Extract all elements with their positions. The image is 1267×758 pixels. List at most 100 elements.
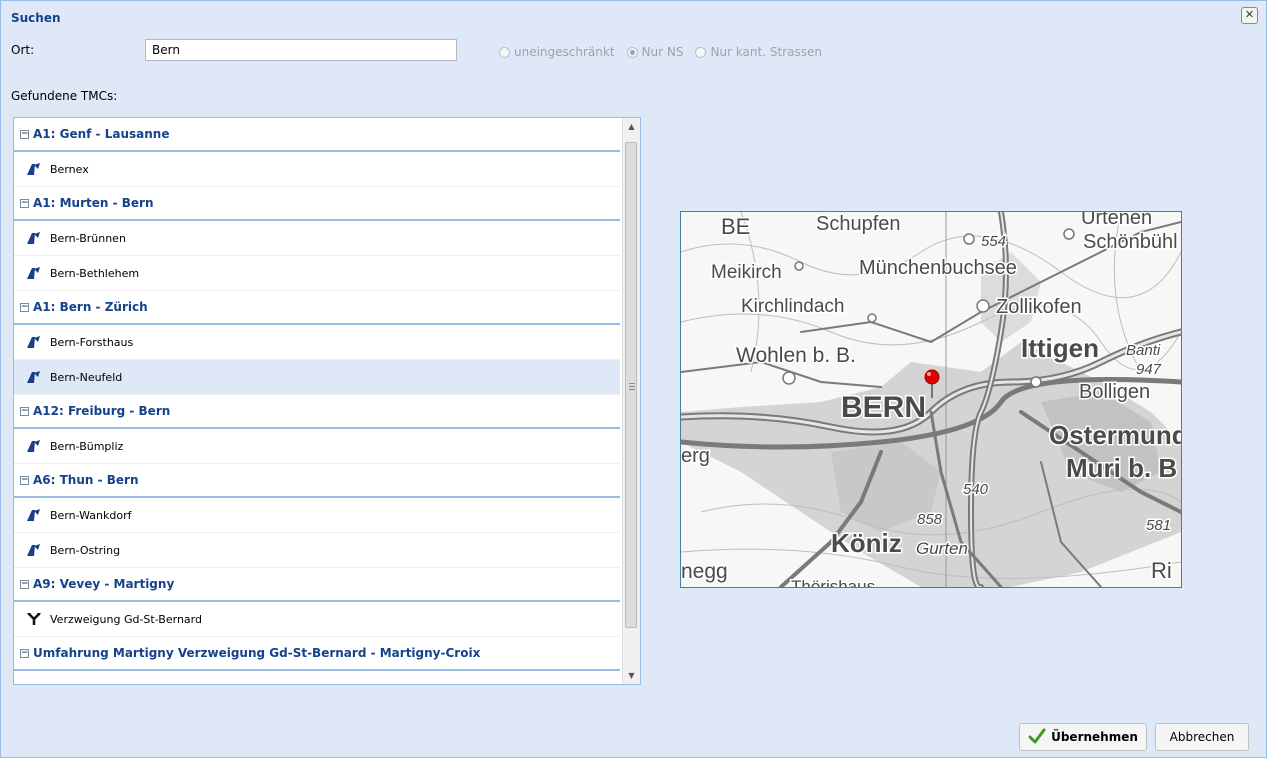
motorway-exit-icon — [26, 335, 42, 349]
radio-label: Nur NS — [641, 45, 684, 59]
radio-nur-kant-strassen[interactable]: Nur kant. Strassen — [695, 45, 822, 59]
map-label: Schönbühl — [1083, 231, 1178, 253]
map-label: 581 — [1146, 517, 1171, 534]
group-title: A6: Thun - Bern — [33, 473, 139, 487]
result-row[interactable]: Bern-Wankdorf — [14, 498, 620, 533]
radio-nur-ns[interactable]: Nur NS — [626, 45, 684, 59]
filter-radio-group: uneingeschränkt Nur NS Nur kant. Strasse… — [499, 45, 822, 59]
map-label: negg — [681, 560, 728, 583]
ok-button-label: Übernehmen — [1051, 730, 1138, 744]
map-label: 858 — [917, 511, 943, 528]
map-label: Gurten — [916, 539, 968, 558]
ort-label: Ort: — [11, 43, 35, 57]
junction-icon — [26, 612, 42, 626]
cancel-button[interactable]: Abbrechen — [1155, 723, 1249, 751]
dialog-title: Suchen — [11, 11, 61, 25]
collapse-icon[interactable]: − — [20, 648, 29, 658]
map-label: BE — [721, 214, 750, 239]
result-label: Verzweigung Gd-St-Bernard — [50, 612, 202, 626]
radio-uneingeschraenkt[interactable]: uneingeschränkt — [499, 45, 615, 59]
result-row[interactable]: Bernex — [14, 152, 620, 187]
vertical-scrollbar[interactable]: ▲ ▼ — [622, 118, 640, 684]
radio-label: uneingeschränkt — [514, 45, 615, 59]
result-label: Bern-Forsthaus — [50, 335, 134, 349]
map-label: 947 — [1136, 361, 1162, 378]
result-row[interactable]: Bern-Neufeld — [14, 360, 620, 395]
motorway-exit-icon — [26, 162, 42, 176]
map-label: 540 — [963, 481, 989, 498]
result-row[interactable]: Bern-Bümpliz — [14, 429, 620, 464]
map-label: Ri — [1151, 558, 1172, 583]
group-title: A1: Genf - Lausanne — [33, 127, 170, 141]
result-group-header[interactable]: − A1: Murten - Bern — [14, 187, 620, 221]
map-label: Urtenen — [1081, 212, 1152, 229]
result-group-header[interactable]: − A1: Bern - Zürich — [14, 291, 620, 325]
group-title: A1: Bern - Zürich — [33, 300, 148, 314]
map-label: 554 — [981, 233, 1006, 250]
collapse-icon[interactable]: − — [20, 406, 29, 416]
radio-label: Nur kant. Strassen — [710, 45, 822, 59]
result-row[interactable]: Verzweigung Gd-St-Bernard — [14, 602, 620, 637]
result-row[interactable]: Bern-Bethlehem — [14, 256, 620, 291]
map-label: Banti — [1126, 342, 1161, 359]
group-title: Umfahrung Martigny Verzweigung Gd-St-Ber… — [33, 646, 481, 660]
map-label: erg — [681, 445, 710, 467]
motorway-exit-icon — [26, 508, 42, 522]
group-title: A1: Murten - Bern — [33, 196, 154, 210]
map-label: BERN — [841, 391, 926, 424]
motorway-exit-icon — [26, 266, 42, 280]
result-label: Bern-Bethlehem — [50, 266, 140, 280]
scroll-thumb[interactable] — [625, 142, 637, 628]
location-map[interactable]: BE Schupfen Urtenen 554 Schönbühl Meikir… — [680, 211, 1182, 588]
result-label: Bern-Brünnen — [50, 231, 126, 245]
motorway-exit-icon — [26, 370, 42, 384]
collapse-icon[interactable]: − — [20, 475, 29, 485]
collapse-icon[interactable]: − — [20, 302, 29, 312]
result-label: Bern-Ostring — [50, 543, 121, 557]
radio-checked-icon — [626, 46, 638, 58]
map-label: Wohlen b. B. — [736, 344, 856, 367]
result-label: Bern-Bümpliz — [50, 439, 124, 453]
close-button[interactable]: ✕ — [1241, 7, 1258, 24]
cancel-button-label: Abbrechen — [1169, 730, 1235, 744]
result-group-header[interactable]: − A9: Vevey - Martigny — [14, 568, 620, 602]
radio-circle-icon — [695, 46, 707, 58]
collapse-icon[interactable]: − — [20, 129, 29, 139]
checkmark-icon — [1028, 728, 1046, 747]
result-row[interactable]: Bern-Forsthaus — [14, 325, 620, 360]
map-canvas: BE Schupfen Urtenen 554 Schönbühl Meikir… — [681, 212, 1181, 587]
scroll-down-icon[interactable]: ▼ — [623, 667, 640, 684]
group-title: A12: Freiburg - Bern — [33, 404, 171, 418]
scroll-up-icon[interactable]: ▲ — [623, 118, 640, 135]
result-label: Bernex — [50, 162, 89, 176]
map-label: Bolligen — [1079, 381, 1150, 403]
group-title: A9: Vevey - Martigny — [33, 577, 175, 591]
map-label: Ittigen — [1021, 333, 1099, 363]
result-group-header[interactable]: − A1: Genf - Lausanne — [14, 118, 620, 152]
ok-button[interactable]: Übernehmen — [1019, 723, 1147, 751]
ort-input[interactable]: Bern — [145, 39, 457, 61]
tmc-results-list: − A1: Genf - Lausanne Bernex − A1: Murten - … — [13, 117, 641, 685]
result-group-header[interactable]: − Umfahrung Martigny Verzweigung Gd-St-Be… — [14, 637, 620, 671]
map-label: Thörishaus — [791, 577, 875, 587]
grip-icon — [629, 383, 635, 390]
close-icon: ✕ — [1244, 8, 1255, 21]
result-row[interactable]: Bern-Ostring — [14, 533, 620, 568]
result-row[interactable]: Bern-Brünnen — [14, 221, 620, 256]
result-group-header[interactable]: − A12: Freiburg - Bern — [14, 395, 620, 429]
result-group-header[interactable]: − A6: Thun - Bern — [14, 464, 620, 498]
motorway-exit-icon — [26, 543, 42, 557]
map-label: Meikirch — [711, 262, 782, 283]
map-label: Zollikofen — [996, 296, 1082, 318]
motorway-exit-icon — [26, 439, 42, 453]
map-label: Schupfen — [816, 213, 901, 235]
collapse-icon[interactable]: − — [20, 579, 29, 589]
map-label: Köniz — [831, 528, 902, 558]
result-label: Bern-Wankdorf — [50, 508, 132, 522]
collapse-icon[interactable]: − — [20, 198, 29, 208]
map-label: Münchenbuchsee — [859, 257, 1017, 279]
radio-circle-icon — [499, 46, 510, 58]
map-label: Ostermund — [1049, 420, 1181, 450]
result-label: Bern-Neufeld — [50, 370, 123, 384]
motorway-exit-icon — [26, 231, 42, 245]
